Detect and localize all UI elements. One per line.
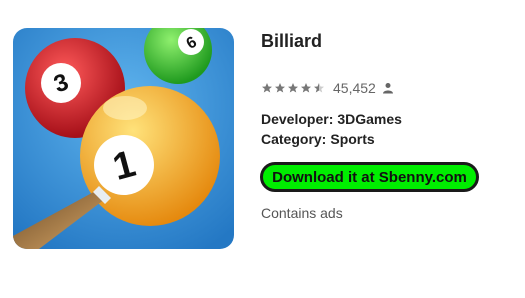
star-rating (261, 82, 325, 94)
user-icon (382, 83, 393, 94)
category-line: Category: Sports (261, 131, 375, 147)
star-icon (262, 83, 272, 93)
app-title: Billiard (261, 31, 323, 51)
star-icon (288, 83, 298, 93)
category-label: Category: (261, 131, 327, 147)
star-icon (275, 83, 285, 93)
developer-name: 3DGames (337, 111, 402, 127)
category-name: Sports (330, 131, 375, 147)
star-icon (301, 83, 311, 93)
rating-row: 45,452 (261, 78, 394, 98)
billiard-balls-icon: 3 6 1 (13, 28, 234, 249)
ads-notice: Contains ads (261, 205, 343, 221)
developer-line: Developer: 3DGames (261, 111, 402, 127)
developer-label: Developer: (261, 111, 334, 127)
app-icon[interactable]: 3 6 1 (13, 28, 234, 249)
download-button[interactable]: Download it at Sbenny.com (260, 162, 479, 192)
half-star-icon (314, 83, 324, 93)
app-listing: 3 6 1 Billiard 45,452 Developer: 3DGames… (0, 0, 525, 298)
rating-count: 45,452 (333, 80, 376, 96)
